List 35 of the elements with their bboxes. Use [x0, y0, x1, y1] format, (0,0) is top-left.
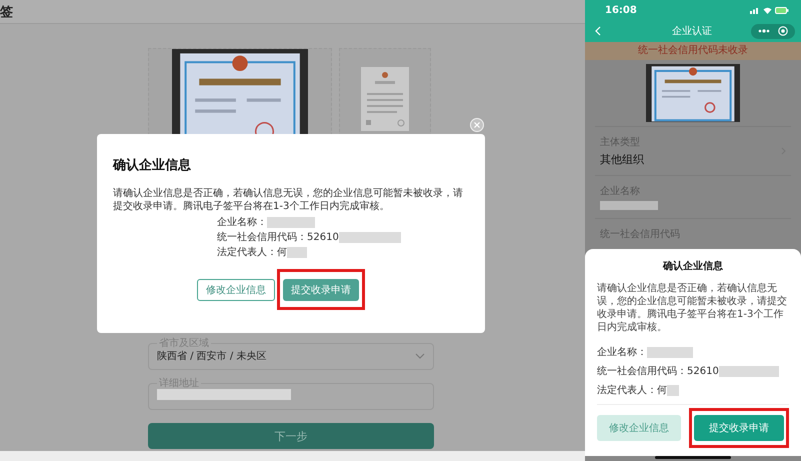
field-value: 陕西省 / 西安市 / 未央区: [157, 350, 268, 363]
target-icon: [778, 26, 788, 36]
submit-button[interactable]: 提交收录申请: [283, 279, 359, 301]
edit-button[interactable]: 修改企业信息: [597, 415, 681, 441]
close-button[interactable]: [470, 118, 484, 132]
detail-label: 法定代表人：: [597, 384, 657, 397]
detail-label: 统一社会信用代码：: [217, 231, 307, 244]
chevron-down-icon: [415, 353, 425, 359]
detail-value: 何: [657, 384, 667, 397]
page-title: 签: [0, 4, 13, 20]
battery-icon: [775, 6, 789, 14]
field-value: 其他组织: [600, 152, 645, 167]
dialog-message: 请确认企业信息是否正确，若确认信息无误，您的企业信息可能暂未被收录，请提交收录申请。腾讯电子签平台将在1-3个工作日内完成审核。: [113, 187, 464, 213]
close-icon: [470, 118, 484, 132]
more-icon: [758, 29, 770, 33]
detail-value: 52610: [307, 231, 339, 244]
detail-label: 法定代表人：: [217, 246, 277, 259]
detail-label: 企业名称：: [217, 216, 267, 229]
sheet-title: 确认企业信息: [662, 260, 724, 273]
sheet-message: 请确认企业信息是否正确，若确认信息无误，您的企业信息可能暂未被收录，请提交收录申请。腾讯电子签平台将在1-3个工作日内完成审核。: [597, 282, 788, 334]
detail-label: 企业名称：: [597, 346, 647, 359]
dialog-title: 确认企业信息: [113, 157, 192, 174]
nav-title: 企业认证: [671, 24, 713, 38]
wifi-icon: [763, 6, 772, 14]
status-time: 16:08: [605, 4, 637, 16]
edit-button[interactable]: 修改企业信息: [197, 278, 275, 300]
detail-value: 何: [277, 246, 287, 259]
warning-banner: 统一社会信用代码未收录: [585, 42, 801, 60]
next-button[interactable]: 下一步: [148, 423, 434, 449]
detail-value: 52610: [687, 365, 719, 378]
back-icon: [595, 26, 601, 36]
signal-icon: [750, 6, 760, 14]
document-icon: [361, 67, 409, 131]
submit-button[interactable]: 提交收录申请: [694, 415, 784, 441]
detail-label: 统一社会信用代码：: [597, 365, 687, 378]
